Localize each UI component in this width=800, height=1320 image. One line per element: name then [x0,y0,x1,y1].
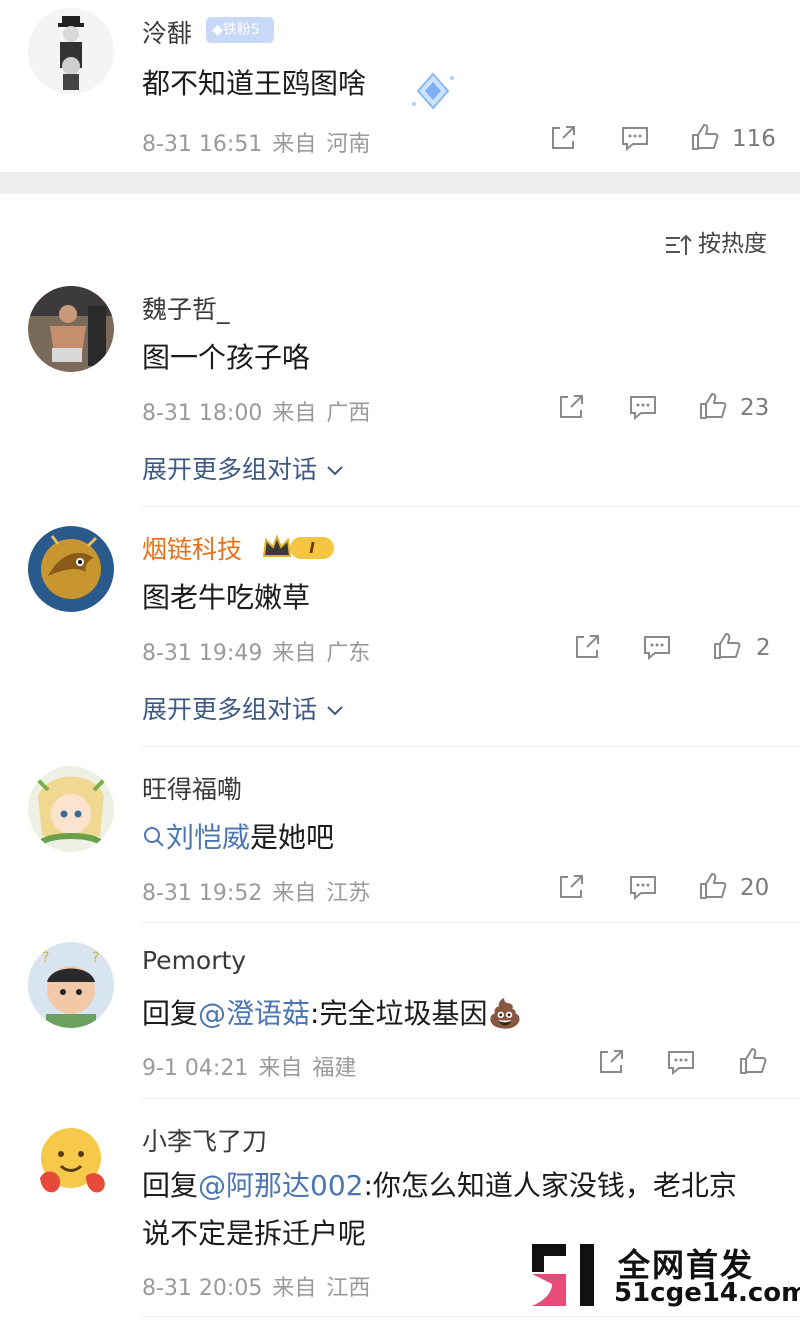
comment-from: 来自 [272,401,317,426]
sort-toggle[interactable]: 按热度 [664,224,767,258]
share-icon[interactable] [572,632,602,662]
fan-badge-label: 铁粉5 [222,22,260,38]
like-count: 2 [756,635,771,661]
share-icon[interactable] [596,1047,626,1077]
reply-prefix: 回复 [142,1169,199,1202]
avatar[interactable] [28,766,114,852]
search-icon [144,827,164,847]
top-comment: 泠馡 ◆铁粉5 都不知道王鸥图啥 8-31 16:51 来自 河南 116 [0,0,800,172]
comment-location: 广西 [326,401,371,426]
share-icon[interactable] [548,123,578,153]
watermark-site: 51cge14.com [614,1278,800,1308]
comment-divider [142,506,800,507]
comment-date: 9-1 04:21 [142,1056,249,1081]
comment-author[interactable]: 小李飞了刀 [142,1122,267,1158]
avatar[interactable]: ? ? [28,942,114,1028]
comment-text-tail: :完全垃圾基因 [310,997,488,1030]
expand-label: 展开更多组对话 [142,695,318,724]
chevron-down-icon [327,466,343,476]
comment-author[interactable]: 魏子哲_ [142,290,230,326]
like-icon[interactable] [698,871,728,901]
user-mention-link[interactable]: @澄语菇 [198,997,310,1030]
expand-label: 展开更多组对话 [142,455,318,484]
comment-meta: 8-31 19:52 来自 江苏 [142,875,380,907]
comment-date: 8-31 19:52 [142,881,263,906]
comment-location: 福建 [312,1056,357,1081]
comment-date: 8-31 19:49 [142,641,263,666]
comment-location: 河南 [326,132,371,157]
crown-icon [262,534,292,557]
comment-from: 来自 [272,132,317,157]
site-watermark: 全网首发 51cge14.com [522,1240,800,1310]
comment-icon[interactable] [620,123,650,153]
like-count: 20 [740,875,770,901]
comment-text: 回复@澄语菇:完全垃圾基因💩 [142,992,522,1032]
expand-conversation-link[interactable]: 展开更多组对话 [142,690,345,726]
avatar[interactable] [28,526,114,612]
comment-from: 来自 [258,1056,303,1081]
like-icon[interactable] [698,391,728,421]
expand-conversation-link[interactable]: 展开更多组对话 [142,450,345,486]
comment-meta: 8-31 16:51 来自 河南 [142,126,380,158]
comment-text-tail: 是她吧 [250,821,335,854]
sparkle-diamond-icon [412,72,454,110]
avatar[interactable] [28,8,114,94]
sort-icon [666,234,692,255]
comment-from: 来自 [272,641,317,666]
reply-prefix: 回复 [142,997,199,1030]
comment-date: 8-31 16:51 [142,132,263,157]
comment-location: 江苏 [326,881,371,906]
comment-date: 8-31 18:00 [142,401,263,426]
comment-date: 8-31 20:05 [142,1276,263,1301]
comment-meta: 8-31 18:00 来自 广西 [142,395,380,427]
comment-divider [142,1316,800,1317]
comment-meta: 8-31 20:05 来自 江西 [142,1270,380,1302]
search-link[interactable]: 刘恺威 [142,821,250,854]
comment-text: 刘恺威是她吧 [142,816,334,856]
search-term: 刘恺威 [166,821,251,854]
like-icon[interactable] [712,631,742,661]
fan-level-badge: ◆铁粉5 [206,17,274,43]
user-mention-link[interactable]: @阿那达002 [198,1169,363,1202]
comment-location: 江西 [326,1276,371,1301]
comment-location: 广东 [326,641,371,666]
svg-text:?: ? [92,950,99,966]
comment-icon[interactable] [642,632,672,662]
comment-from: 来自 [272,1276,317,1301]
like-count: 116 [732,126,776,152]
comment-divider [142,922,800,923]
site-logo-icon [522,1240,606,1310]
comment-meta: 9-1 04:21 来自 福建 [142,1050,366,1082]
comment-divider [142,1098,800,1099]
comment-meta: 8-31 19:49 来自 广东 [142,635,380,667]
comment-author[interactable]: 旺得福嘞 [142,770,242,806]
share-icon[interactable] [556,392,586,422]
svg-text:?: ? [42,950,49,966]
comment-text: 图老牛吃嫩草 [142,581,311,614]
chevron-down-icon [327,706,343,716]
like-count: 23 [740,395,770,421]
vip-crown-badge: I [262,534,340,562]
vip-level: I [290,537,334,559]
section-separator [0,172,800,194]
comment-author[interactable]: 泠馡 [142,14,192,50]
poop-emoji-icon: 💩 [487,997,523,1030]
comment-icon[interactable] [628,872,658,902]
comment-text: 都不知道王鸥图啥 [142,67,367,100]
diamond-icon: ◆ [212,22,223,38]
comment-from: 来自 [272,881,317,906]
sort-label: 按热度 [698,231,767,257]
comment-icon[interactable] [628,392,658,422]
comment-divider [142,746,800,747]
comment-icon[interactable] [666,1047,696,1077]
share-icon[interactable] [556,872,586,902]
comment-text: 图一个孩子咯 [142,341,311,374]
like-icon[interactable] [690,122,720,152]
avatar[interactable] [28,286,114,372]
comment-author[interactable]: Pemorty [142,946,246,975]
comment-author[interactable]: 烟链科技 [142,530,242,566]
avatar[interactable] [28,1118,114,1204]
like-icon[interactable] [738,1046,768,1076]
